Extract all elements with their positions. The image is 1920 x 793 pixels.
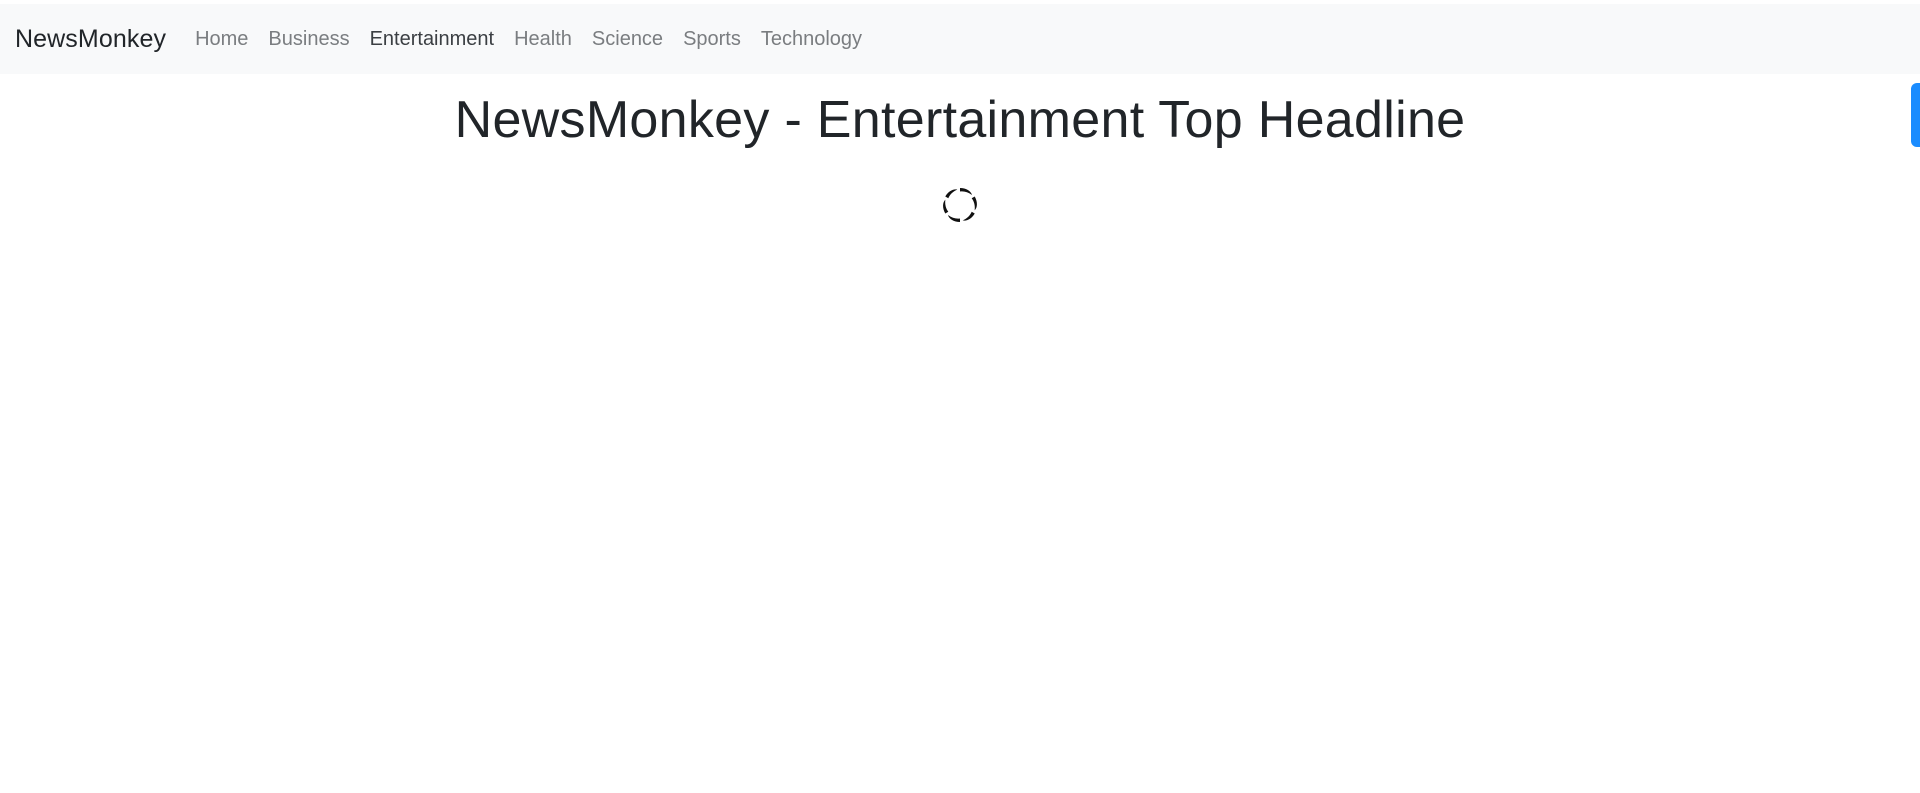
nav-link-health[interactable]: Health	[504, 28, 582, 51]
side-tab-button[interactable]	[1911, 83, 1920, 147]
nav-link-entertainment[interactable]: Entertainment	[360, 28, 505, 51]
nav-links: Home Business Entertainment Health Scien…	[185, 28, 872, 51]
nav-link-technology[interactable]: Technology	[751, 28, 872, 51]
navbar: NewsMonkey Home Business Entertainment H…	[0, 4, 1920, 74]
page-title: NewsMonkey - Entertainment Top Headline	[454, 91, 1466, 149]
spinner-icon	[940, 185, 980, 225]
nav-link-sports[interactable]: Sports	[673, 28, 751, 51]
nav-link-home[interactable]: Home	[185, 28, 258, 51]
nav-link-business[interactable]: Business	[258, 28, 359, 51]
navbar-brand[interactable]: NewsMonkey	[15, 25, 166, 54]
nav-link-science[interactable]: Science	[582, 28, 673, 51]
